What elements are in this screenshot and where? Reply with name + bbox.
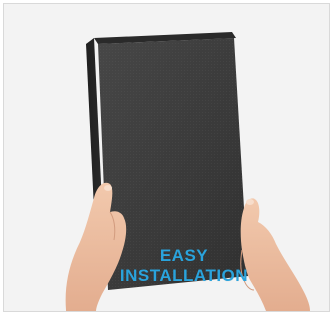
product-image-frame: EASY INSTALLATION	[3, 3, 330, 312]
easy-installation-caption: EASY INSTALLATION	[104, 246, 264, 286]
caption-line-1: EASY	[159, 246, 209, 265]
caption-line-2: INSTALLATION	[119, 266, 249, 285]
